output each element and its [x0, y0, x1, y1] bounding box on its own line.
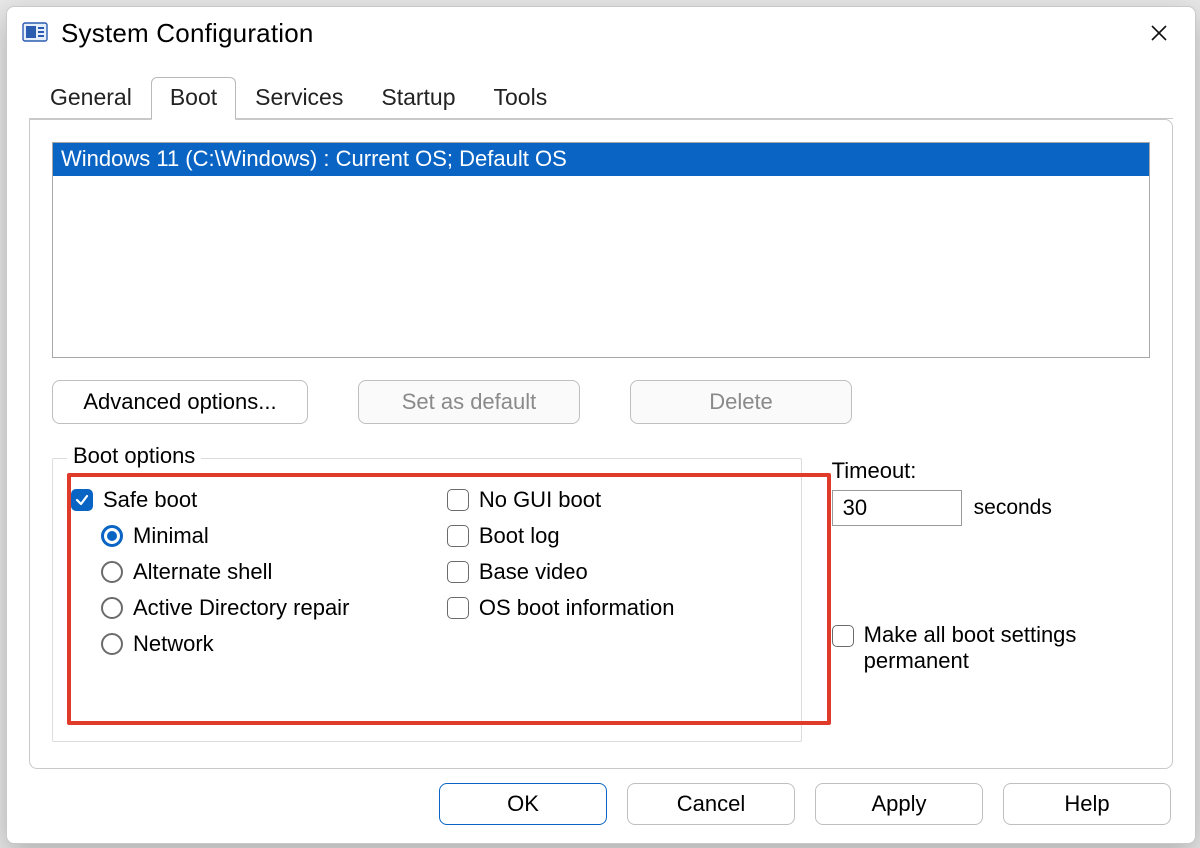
tab-services[interactable]: Services: [236, 77, 362, 119]
tabstrip: General Boot Services Startup Tools: [7, 59, 1195, 119]
tab-tools[interactable]: Tools: [475, 77, 567, 119]
radio-minimal[interactable]: [101, 525, 123, 547]
boot-log-checkbox[interactable]: [447, 525, 469, 547]
help-button[interactable]: Help: [1003, 783, 1171, 825]
delete-button: Delete: [630, 380, 852, 424]
advanced-options-button[interactable]: Advanced options...: [52, 380, 308, 424]
boot-settings-row: Boot options Safe boot Minim: [52, 458, 1150, 742]
radio-network[interactable]: [101, 633, 123, 655]
ok-button[interactable]: OK: [439, 783, 607, 825]
no-gui-boot-row[interactable]: No GUI boot: [447, 487, 783, 513]
timeout-label: Timeout:: [832, 458, 1150, 484]
close-icon: [1150, 24, 1168, 42]
os-boot-info-label: OS boot information: [479, 595, 675, 621]
radio-network-label: Network: [133, 631, 214, 657]
tab-boot[interactable]: Boot: [151, 77, 236, 120]
msconfig-icon: [21, 19, 49, 47]
radio-network-row[interactable]: Network: [101, 631, 407, 657]
boot-options-group: Boot options Safe boot Minim: [52, 458, 802, 742]
boot-log-label: Boot log: [479, 523, 560, 549]
no-gui-boot-checkbox[interactable]: [447, 489, 469, 511]
permanent-label: Make all boot settings permanent: [864, 622, 1150, 674]
radio-minimal-row[interactable]: Minimal: [101, 523, 407, 549]
radio-minimal-label: Minimal: [133, 523, 209, 549]
safe-boot-label: Safe boot: [103, 487, 197, 513]
radio-ad-repair-label: Active Directory repair: [133, 595, 349, 621]
cancel-button[interactable]: Cancel: [627, 783, 795, 825]
timeout-input[interactable]: [832, 490, 962, 526]
titlebar: System Configuration: [7, 7, 1195, 59]
os-actions-row: Advanced options... Set as default Delet…: [52, 380, 1150, 424]
base-video-checkbox[interactable]: [447, 561, 469, 583]
os-list[interactable]: Windows 11 (C:\Windows) : Current OS; De…: [52, 142, 1150, 358]
tab-startup[interactable]: Startup: [362, 77, 474, 119]
timeout-unit: seconds: [974, 496, 1052, 520]
os-boot-info-row[interactable]: OS boot information: [447, 595, 783, 621]
base-video-row[interactable]: Base video: [447, 559, 783, 585]
os-boot-info-checkbox[interactable]: [447, 597, 469, 619]
radio-alternate-shell-row[interactable]: Alternate shell: [101, 559, 407, 585]
tab-general[interactable]: General: [31, 77, 151, 119]
boot-tabpage: Windows 11 (C:\Windows) : Current OS; De…: [29, 119, 1173, 769]
os-list-item[interactable]: Windows 11 (C:\Windows) : Current OS; De…: [53, 143, 1149, 176]
boot-flags-column: No GUI boot Boot log Base: [447, 483, 783, 667]
permanent-row[interactable]: Make all boot settings permanent: [832, 622, 1150, 674]
system-configuration-dialog: System Configuration General Boot Servic…: [6, 6, 1196, 844]
set-default-button: Set as default: [358, 380, 580, 424]
safe-boot-checkbox[interactable]: [71, 489, 93, 511]
permanent-checkbox[interactable]: [832, 625, 854, 647]
dialog-button-row: OK Cancel Apply Help: [7, 783, 1195, 843]
radio-alternate-shell-label: Alternate shell: [133, 559, 272, 585]
radio-ad-repair[interactable]: [101, 597, 123, 619]
safe-boot-checkbox-row[interactable]: Safe boot: [71, 487, 407, 513]
window-title: System Configuration: [61, 18, 1125, 49]
radio-alternate-shell[interactable]: [101, 561, 123, 583]
close-button[interactable]: [1137, 11, 1181, 55]
base-video-label: Base video: [479, 559, 588, 585]
radio-ad-repair-row[interactable]: Active Directory repair: [101, 595, 407, 621]
safe-boot-column: Safe boot Minimal Alternate shell: [71, 483, 407, 667]
boot-options-legend: Boot options: [67, 443, 201, 469]
boot-log-row[interactable]: Boot log: [447, 523, 783, 549]
no-gui-boot-label: No GUI boot: [479, 487, 601, 513]
timeout-section: Timeout: seconds Make all boot settings …: [832, 458, 1150, 674]
apply-button[interactable]: Apply: [815, 783, 983, 825]
